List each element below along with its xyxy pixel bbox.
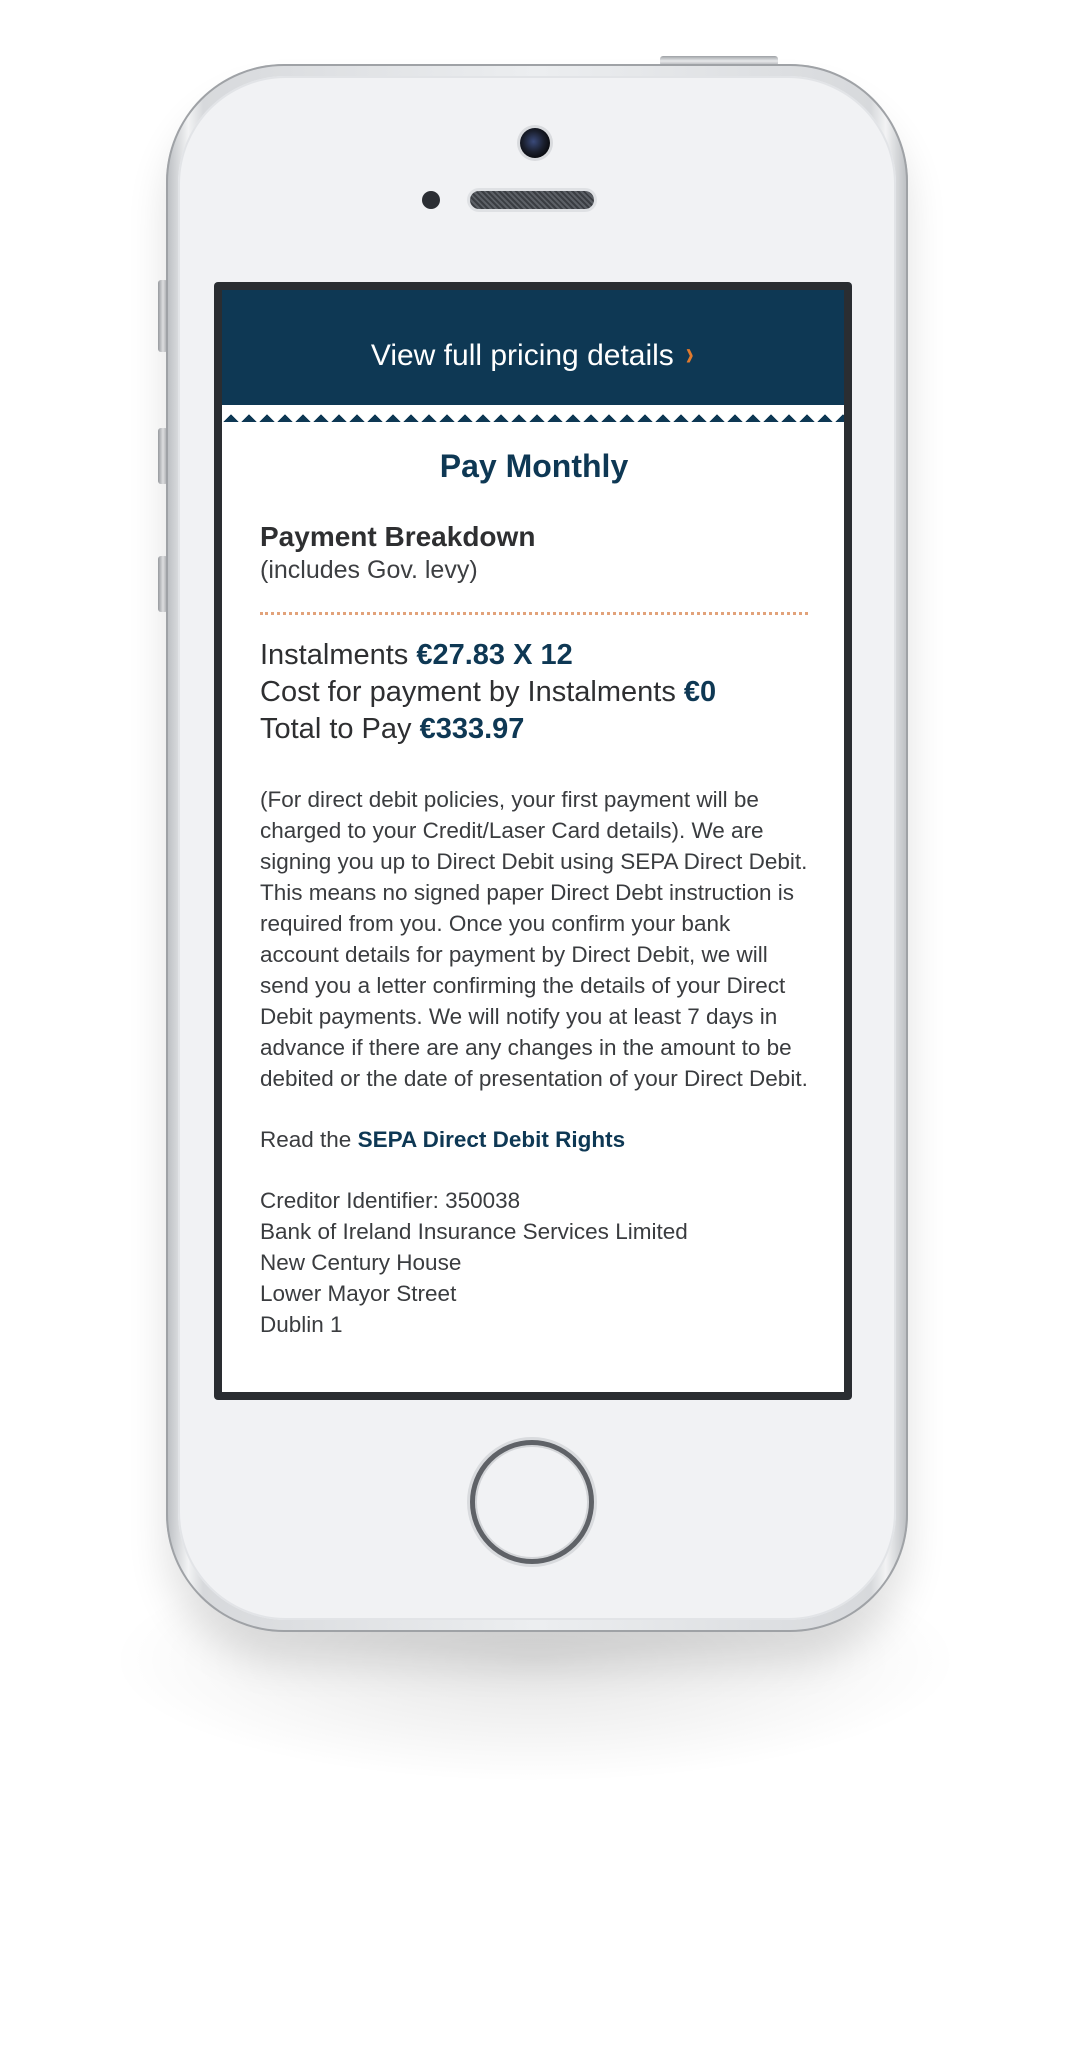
earpiece-speaker — [470, 191, 594, 209]
rights-prefix: Read the — [260, 1127, 352, 1152]
creditor-company: Bank of Ireland Insurance Services Limit… — [260, 1219, 688, 1244]
instalments-line: Instalments €27.83 X 12 — [260, 637, 808, 674]
instalments-value: €27.83 X 12 — [416, 639, 573, 671]
proximity-sensor — [422, 191, 440, 209]
chevron-right-icon: › — [685, 335, 694, 373]
instalments-label: Instalments — [260, 639, 409, 671]
creditor-address-line3: Dublin 1 — [260, 1312, 343, 1337]
dotted-divider — [260, 612, 808, 615]
phone-screen: View full pricing details › Pay Monthly P… — [214, 282, 852, 1400]
screen-content: View full pricing details › Pay Monthly P… — [222, 290, 844, 1392]
creditor-identifier: Creditor Identifier: 350038 — [260, 1188, 521, 1213]
view-pricing-label[interactable]: View full pricing details — [371, 339, 674, 372]
creditor-details: Creditor Identifier: 350038 Bank of Irel… — [260, 1185, 808, 1340]
camera-icon — [520, 128, 550, 158]
breakdown-title: Payment Breakdown — [260, 521, 536, 552]
direct-debit-info: (For direct debit policies, your first p… — [260, 787, 808, 1091]
total-line: Total to Pay €333.97 — [260, 711, 808, 748]
cost-value: €0 — [683, 676, 717, 708]
cost-label: Cost for payment by Instalments — [260, 676, 676, 708]
payment-content: Pay Monthly Payment Breakdown (includes … — [222, 446, 844, 1340]
price-lines: Instalments €27.83 X 12 Cost for payment… — [260, 637, 808, 748]
rights-line: Read the SEPA Direct Debit Rights — [260, 1124, 808, 1155]
breakdown-subtitle: (includes Gov. levy) — [260, 556, 478, 584]
home-button[interactable] — [470, 1440, 594, 1564]
sepa-rights-link[interactable]: SEPA Direct Debit Rights — [358, 1127, 626, 1152]
pricing-banner[interactable]: View full pricing details › — [222, 290, 844, 423]
creditor-address-line2: Lower Mayor Street — [260, 1281, 457, 1306]
total-value: €333.97 — [419, 713, 525, 745]
plan-title: Pay Monthly — [439, 448, 629, 484]
creditor-address-line1: New Century House — [260, 1250, 462, 1275]
total-label: Total to Pay — [260, 713, 412, 745]
view-pricing-link[interactable]: View full pricing details › — [222, 334, 844, 376]
cost-line: Cost for payment by Instalments €0 — [260, 674, 808, 711]
zigzag-divider — [222, 405, 844, 423]
